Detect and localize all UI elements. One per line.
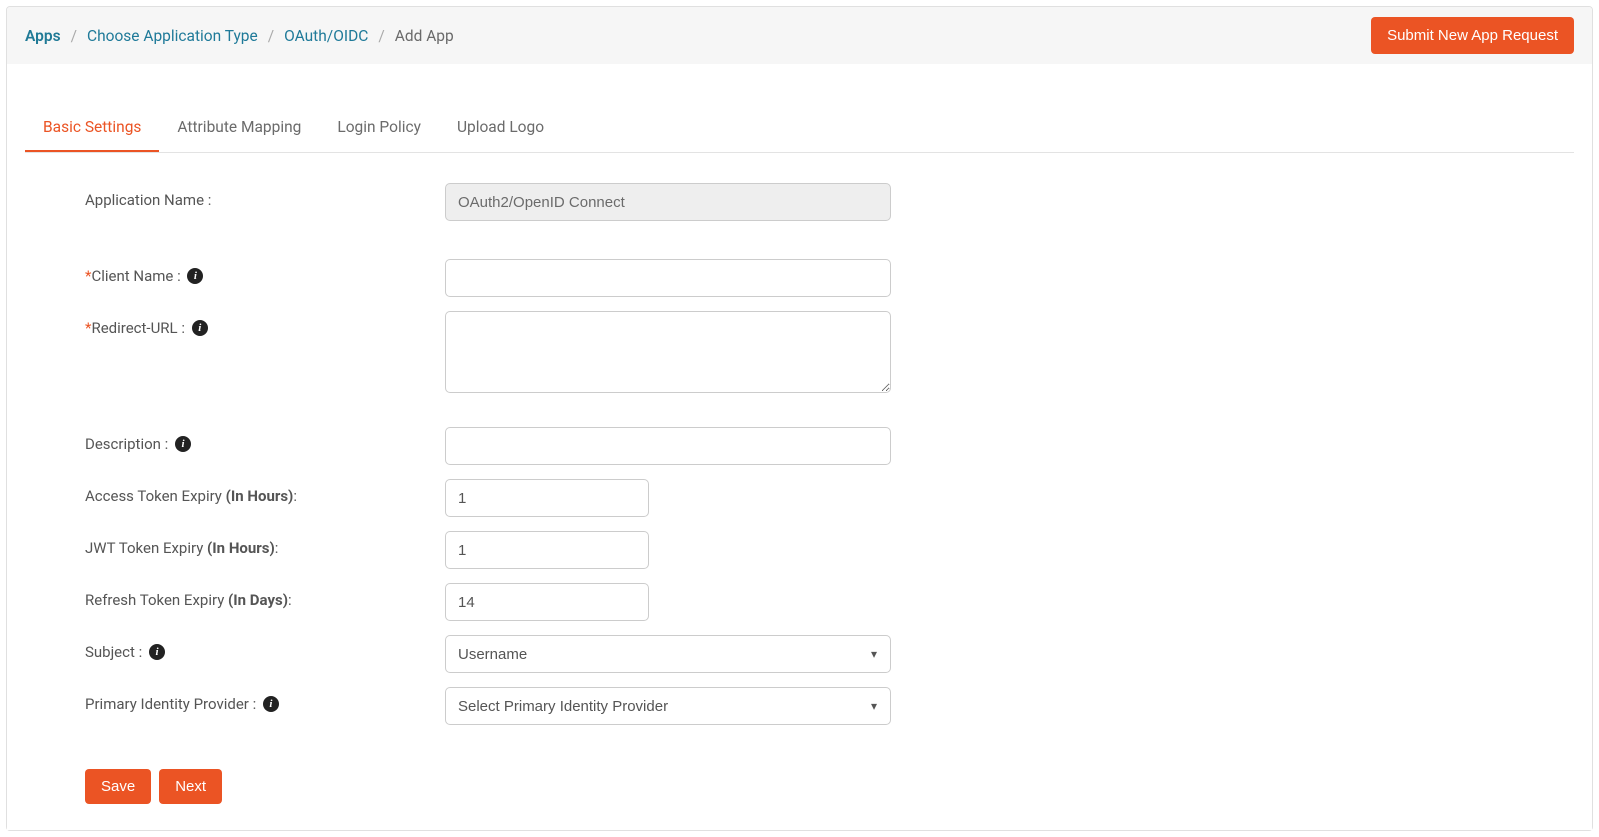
- label-description: Description :: [85, 435, 168, 453]
- label-redirect-url: Redirect-URL :: [91, 319, 185, 337]
- application-name-input: [445, 183, 891, 221]
- breadcrumb-sep: /: [71, 27, 77, 45]
- info-icon[interactable]: i: [263, 696, 279, 712]
- info-icon[interactable]: i: [187, 268, 203, 284]
- tab-attribute-mapping[interactable]: Attribute Mapping: [159, 104, 319, 152]
- tab-login-policy[interactable]: Login Policy: [319, 104, 439, 152]
- breadcrumb-choose-type[interactable]: Choose Application Type: [87, 27, 258, 45]
- label-client-name: Client Name :: [91, 267, 180, 285]
- label-application-name: Application Name :: [85, 183, 445, 209]
- label-jwt-token-expiry: JWT Token Expiry (In Hours):: [85, 539, 278, 557]
- client-name-input[interactable]: [445, 259, 891, 297]
- primary-idp-select[interactable]: Select Primary Identity Provider: [445, 687, 891, 725]
- breadcrumb: Apps / Choose Application Type / OAuth/O…: [25, 27, 454, 45]
- breadcrumb-apps[interactable]: Apps: [25, 27, 61, 45]
- info-icon[interactable]: i: [175, 436, 191, 452]
- info-icon[interactable]: i: [149, 644, 165, 660]
- jwt-token-expiry-input[interactable]: [445, 531, 649, 569]
- description-input[interactable]: [445, 427, 891, 465]
- header-bar: Apps / Choose Application Type / OAuth/O…: [7, 7, 1592, 64]
- breadcrumb-sep: /: [268, 27, 274, 45]
- refresh-token-expiry-input[interactable]: [445, 583, 649, 621]
- subject-select[interactable]: Username: [445, 635, 891, 673]
- breadcrumb-oauth-oidc[interactable]: OAuth/OIDC: [284, 27, 368, 45]
- access-token-expiry-input[interactable]: [445, 479, 649, 517]
- form-basic-settings: Application Name : *Client Name : i *Red…: [25, 153, 1574, 749]
- submit-new-app-button[interactable]: Submit New App Request: [1371, 17, 1574, 54]
- save-button[interactable]: Save: [85, 769, 151, 804]
- tab-basic-settings[interactable]: Basic Settings: [25, 104, 159, 152]
- label-refresh-token-expiry: Refresh Token Expiry (In Days):: [85, 591, 292, 609]
- info-icon[interactable]: i: [192, 320, 208, 336]
- tabs: Basic Settings Attribute Mapping Login P…: [25, 104, 1574, 153]
- breadcrumb-sep: /: [378, 27, 384, 45]
- label-access-token-expiry: Access Token Expiry (In Hours):: [85, 487, 297, 505]
- label-primary-idp: Primary Identity Provider :: [85, 695, 256, 713]
- label-subject: Subject :: [85, 643, 142, 661]
- redirect-url-input[interactable]: [445, 311, 891, 393]
- next-button[interactable]: Next: [159, 769, 222, 804]
- breadcrumb-current: Add App: [395, 27, 454, 45]
- tab-upload-logo[interactable]: Upload Logo: [439, 104, 562, 152]
